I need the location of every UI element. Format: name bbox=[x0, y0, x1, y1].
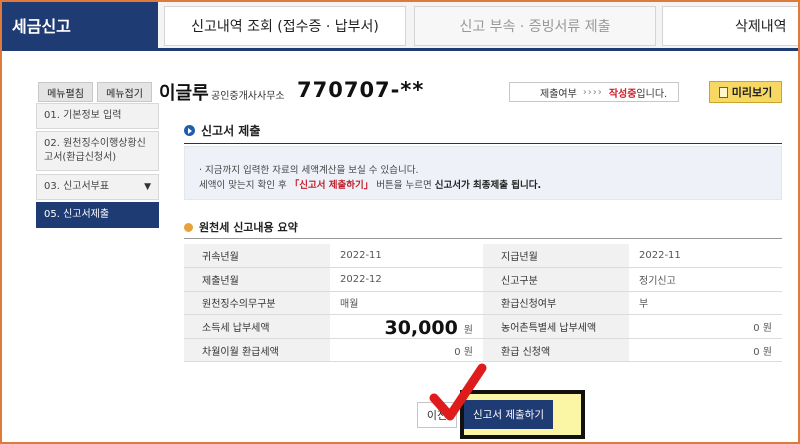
table-value: 0 원 bbox=[629, 338, 782, 363]
table-row: 원천징수의무구분 매월 환급신청여부 부 bbox=[184, 291, 782, 316]
currency-unit: 원 bbox=[463, 324, 473, 336]
sidebar-item-label: 01. 기본정보 입력 bbox=[44, 110, 122, 121]
table-label: 농어촌특별세 납부세액 bbox=[483, 314, 629, 339]
table-value: 2022-12 bbox=[330, 267, 483, 292]
sidebar-item-submit[interactable]: 05. 신고서제출 bbox=[36, 202, 159, 228]
notice-text: 세액이 맞는지 확인 후 bbox=[199, 180, 290, 191]
currency-unit: 원 bbox=[762, 346, 772, 358]
table-value: 정기신고 bbox=[629, 267, 782, 292]
notice-line-1: · 지금까지 입력한 자료의 세액계산을 보실 수 있습니다. bbox=[199, 165, 419, 176]
table-value: 0 원 bbox=[330, 338, 483, 363]
preview-label: 미리보기 bbox=[731, 86, 773, 99]
summary-title-text: 원천세 신고내용 요약 bbox=[199, 221, 298, 234]
table-row: 소득세 납부세액 30,000 원 농어촌특별세 납부세액 0 원 bbox=[184, 314, 782, 339]
document-icon bbox=[718, 86, 728, 98]
table-label: 제출년월 bbox=[184, 267, 330, 292]
checkmark-icon bbox=[429, 363, 487, 421]
tab-underline bbox=[2, 48, 798, 51]
notice-bold: 신고서가 최종제출 됩니다. bbox=[434, 180, 542, 191]
tab-deleted[interactable]: 삭제내역 bbox=[662, 6, 800, 46]
table-label: 환급 신청액 bbox=[483, 338, 629, 363]
currency-unit: 원 bbox=[762, 323, 772, 335]
sidebar-item-withholding-report[interactable]: 02. 원천징수이행상황신고서(환급신청서) bbox=[36, 131, 159, 171]
table-value: 2022-11 bbox=[629, 244, 782, 269]
divider bbox=[184, 238, 782, 239]
preview-button[interactable]: 미리보기 bbox=[709, 81, 782, 103]
table-label: 소득세 납부세액 bbox=[184, 314, 330, 339]
menu-collapse-button[interactable]: 메뉴접기 bbox=[97, 82, 152, 102]
sidebar-item-label: 05. 신고서제출 bbox=[44, 209, 110, 220]
sidebar-item-attached-forms[interactable]: 03. 신고서부표 ▼ bbox=[36, 174, 159, 200]
summary-table: 귀속년월 2022-11 지급년월 2022-11 제출년월 2022-12 신… bbox=[184, 244, 782, 363]
table-label: 차월이월 환급세액 bbox=[184, 338, 330, 363]
summary-title: 원천세 신고내용 요약 bbox=[184, 219, 298, 235]
currency-unit: 원 bbox=[463, 346, 473, 358]
status-arrows: ›››› bbox=[582, 86, 603, 98]
tab-tax-filing[interactable]: 세금신고 bbox=[2, 2, 158, 48]
section-title: 신고서 제출 bbox=[184, 122, 260, 139]
table-label: 원천징수의무구분 bbox=[184, 291, 330, 316]
table-number: 0 bbox=[753, 323, 760, 335]
table-number: 0 bbox=[753, 346, 760, 358]
sidebar-item-label: 02. 원천징수이행상황신고서(환급신청서) bbox=[44, 138, 146, 163]
table-row: 귀속년월 2022-11 지급년월 2022-11 bbox=[184, 244, 782, 269]
menu-expand-button[interactable]: 메뉴펼침 bbox=[38, 82, 93, 102]
table-number: 0 bbox=[454, 346, 461, 358]
table-value: 매월 bbox=[330, 291, 483, 316]
top-tab-bar: 세금신고 신고내역 조회 (접수증 · 납부서) 신고 부속 · 증빙서류 제출… bbox=[2, 2, 800, 48]
taxpayer-reg-number: 770707-** bbox=[297, 78, 425, 102]
income-tax-amount: 30,000 원 bbox=[330, 314, 483, 339]
table-label: 귀속년월 bbox=[184, 244, 330, 269]
submission-status: 제출여부 ›››› 작성중입니다. bbox=[509, 82, 679, 102]
chevron-down-icon: ▼ bbox=[144, 182, 151, 192]
table-row: 제출년월 2022-12 신고구분 정기신고 bbox=[184, 267, 782, 292]
notice-emphasis: 「신고서 제출하기」 bbox=[289, 180, 374, 191]
sidebar-item-label: 03. 신고서부표 bbox=[44, 181, 110, 192]
table-value: 부 bbox=[629, 291, 782, 316]
arrow-bullet-icon bbox=[184, 125, 195, 136]
bullet-dot-icon bbox=[184, 222, 193, 232]
tab-filing-history[interactable]: 신고내역 조회 (접수증 · 납부서) bbox=[164, 6, 406, 46]
table-label: 지급년월 bbox=[483, 244, 629, 269]
taxpayer-name: 이글루 bbox=[159, 83, 209, 104]
table-value: 0 원 bbox=[629, 314, 782, 339]
income-tax-value: 30,000 bbox=[384, 316, 458, 339]
table-value: 2022-11 bbox=[330, 244, 483, 269]
section-title-text: 신고서 제출 bbox=[201, 124, 261, 138]
status-value: 작성중 bbox=[608, 88, 637, 100]
divider bbox=[184, 143, 782, 144]
notice-line-2: 세액이 맞는지 확인 후 「신고서 제출하기」 버튼을 누르면 신고서가 최종제… bbox=[199, 178, 781, 193]
tab-attachments[interactable]: 신고 부속 · 증빙서류 제출 bbox=[414, 6, 656, 46]
sidebar-item-basic-info[interactable]: 01. 기본정보 입력 bbox=[36, 103, 159, 129]
table-label: 환급신청여부 bbox=[483, 291, 629, 316]
notice-text: 버튼을 누르면 bbox=[373, 180, 435, 191]
status-suffix: 입니다. bbox=[636, 88, 668, 100]
status-label: 제출여부 bbox=[540, 88, 577, 100]
taxpayer-office: 공인중개사사무소 bbox=[211, 91, 285, 102]
table-label: 신고구분 bbox=[483, 267, 629, 292]
table-row: 차월이월 환급세액 0 원 환급 신청액 0 원 bbox=[184, 338, 782, 363]
notice-box: · 지금까지 입력한 자료의 세액계산을 보실 수 있습니다. 세액이 맞는지 … bbox=[184, 146, 782, 200]
